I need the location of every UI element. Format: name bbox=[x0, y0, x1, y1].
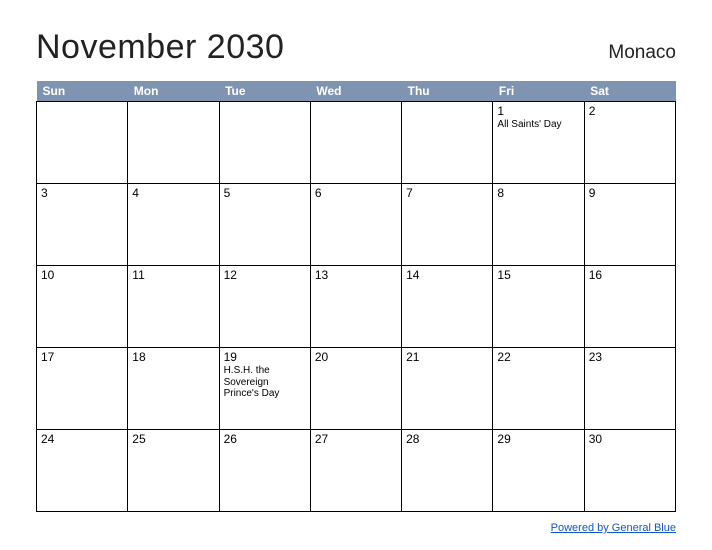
calendar-day-cell bbox=[219, 102, 310, 184]
day-number: 18 bbox=[132, 350, 214, 364]
calendar-day-cell bbox=[310, 102, 401, 184]
calendar-day-cell: 16 bbox=[584, 266, 675, 348]
day-number: 8 bbox=[497, 186, 579, 200]
calendar-day-cell bbox=[128, 102, 219, 184]
calendar-day-cell: 26 bbox=[219, 430, 310, 512]
day-number: 24 bbox=[41, 432, 123, 446]
calendar-footer: Powered by General Blue bbox=[36, 518, 676, 536]
day-number: 10 bbox=[41, 268, 123, 282]
day-number: 30 bbox=[589, 432, 671, 446]
day-number: 7 bbox=[406, 186, 488, 200]
calendar-day-cell: 28 bbox=[402, 430, 493, 512]
calendar-header: November 2030 Monaco bbox=[36, 28, 676, 67]
calendar-day-cell: 3 bbox=[37, 184, 128, 266]
day-number: 22 bbox=[497, 350, 579, 364]
day-number: 5 bbox=[224, 186, 306, 200]
calendar-day-cell: 29 bbox=[493, 430, 584, 512]
calendar-week-row: 24 25 26 27 28 29 30 bbox=[37, 430, 676, 512]
calendar-day-cell: 8 bbox=[493, 184, 584, 266]
calendar-week-row: 17 18 19H.S.H. the Sovereign Prince's Day 2… bbox=[37, 348, 676, 430]
calendar-day-cell: 11 bbox=[128, 266, 219, 348]
calendar-day-cell: 30 bbox=[584, 430, 675, 512]
calendar-week-row: 1All Saints' Day 2 bbox=[37, 102, 676, 184]
calendar-week-row: 10 11 12 13 14 15 16 bbox=[37, 266, 676, 348]
country-label: Monaco bbox=[608, 42, 676, 64]
calendar-day-cell: 25 bbox=[128, 430, 219, 512]
day-number: 19 bbox=[224, 350, 306, 364]
calendar-day-cell: 19H.S.H. the Sovereign Prince's Day bbox=[219, 348, 310, 430]
calendar-day-cell: 7 bbox=[402, 184, 493, 266]
calendar-day-cell: 17 bbox=[37, 348, 128, 430]
day-number: 16 bbox=[589, 268, 671, 282]
calendar-grid: Sun Mon Tue Wed Thu Fri Sat 1All Saints'… bbox=[36, 81, 676, 512]
day-number: 11 bbox=[132, 268, 214, 282]
day-header-row: Sun Mon Tue Wed Thu Fri Sat bbox=[37, 81, 676, 102]
day-number: 15 bbox=[497, 268, 579, 282]
day-header-fri: Fri bbox=[493, 81, 584, 102]
calendar-day-cell: 21 bbox=[402, 348, 493, 430]
day-number: 21 bbox=[406, 350, 488, 364]
calendar-day-cell bbox=[402, 102, 493, 184]
day-number: 17 bbox=[41, 350, 123, 364]
day-header-sat: Sat bbox=[584, 81, 675, 102]
day-number: 3 bbox=[41, 186, 123, 200]
day-number: 28 bbox=[406, 432, 488, 446]
day-number: 4 bbox=[132, 186, 214, 200]
calendar-day-cell: 22 bbox=[493, 348, 584, 430]
calendar-day-cell: 6 bbox=[310, 184, 401, 266]
day-header-wed: Wed bbox=[310, 81, 401, 102]
day-number: 25 bbox=[132, 432, 214, 446]
calendar-day-cell: 23 bbox=[584, 348, 675, 430]
day-header-mon: Mon bbox=[128, 81, 219, 102]
month-year-title: November 2030 bbox=[36, 28, 284, 67]
day-header-sun: Sun bbox=[37, 81, 128, 102]
calendar-day-cell: 20 bbox=[310, 348, 401, 430]
calendar-day-cell: 13 bbox=[310, 266, 401, 348]
calendar-day-cell: 12 bbox=[219, 266, 310, 348]
calendar-week-row: 3456789 bbox=[37, 184, 676, 266]
calendar-day-cell: 24 bbox=[37, 430, 128, 512]
day-header-thu: Thu bbox=[402, 81, 493, 102]
calendar-day-cell: 14 bbox=[402, 266, 493, 348]
calendar-day-cell: 18 bbox=[128, 348, 219, 430]
day-number: 9 bbox=[589, 186, 671, 200]
day-number: 14 bbox=[406, 268, 488, 282]
day-event: All Saints' Day bbox=[497, 119, 579, 131]
day-event: H.S.H. the Sovereign Prince's Day bbox=[224, 365, 306, 400]
day-number: 23 bbox=[589, 350, 671, 364]
calendar-day-cell: 5 bbox=[219, 184, 310, 266]
calendar-day-cell: 4 bbox=[128, 184, 219, 266]
calendar-day-cell: 2 bbox=[584, 102, 675, 184]
calendar-day-cell: 1All Saints' Day bbox=[493, 102, 584, 184]
calendar-day-cell: 27 bbox=[310, 430, 401, 512]
day-number: 1 bbox=[497, 104, 579, 118]
day-number: 20 bbox=[315, 350, 397, 364]
calendar-day-cell: 9 bbox=[584, 184, 675, 266]
day-number: 13 bbox=[315, 268, 397, 282]
day-number: 26 bbox=[224, 432, 306, 446]
day-header-tue: Tue bbox=[219, 81, 310, 102]
calendar-day-cell bbox=[37, 102, 128, 184]
calendar-day-cell: 15 bbox=[493, 266, 584, 348]
day-number: 27 bbox=[315, 432, 397, 446]
powered-by-link[interactable]: Powered by General Blue bbox=[551, 522, 676, 534]
day-number: 12 bbox=[224, 268, 306, 282]
day-number: 29 bbox=[497, 432, 579, 446]
calendar-day-cell: 10 bbox=[37, 266, 128, 348]
day-number: 6 bbox=[315, 186, 397, 200]
day-number: 2 bbox=[589, 104, 671, 118]
